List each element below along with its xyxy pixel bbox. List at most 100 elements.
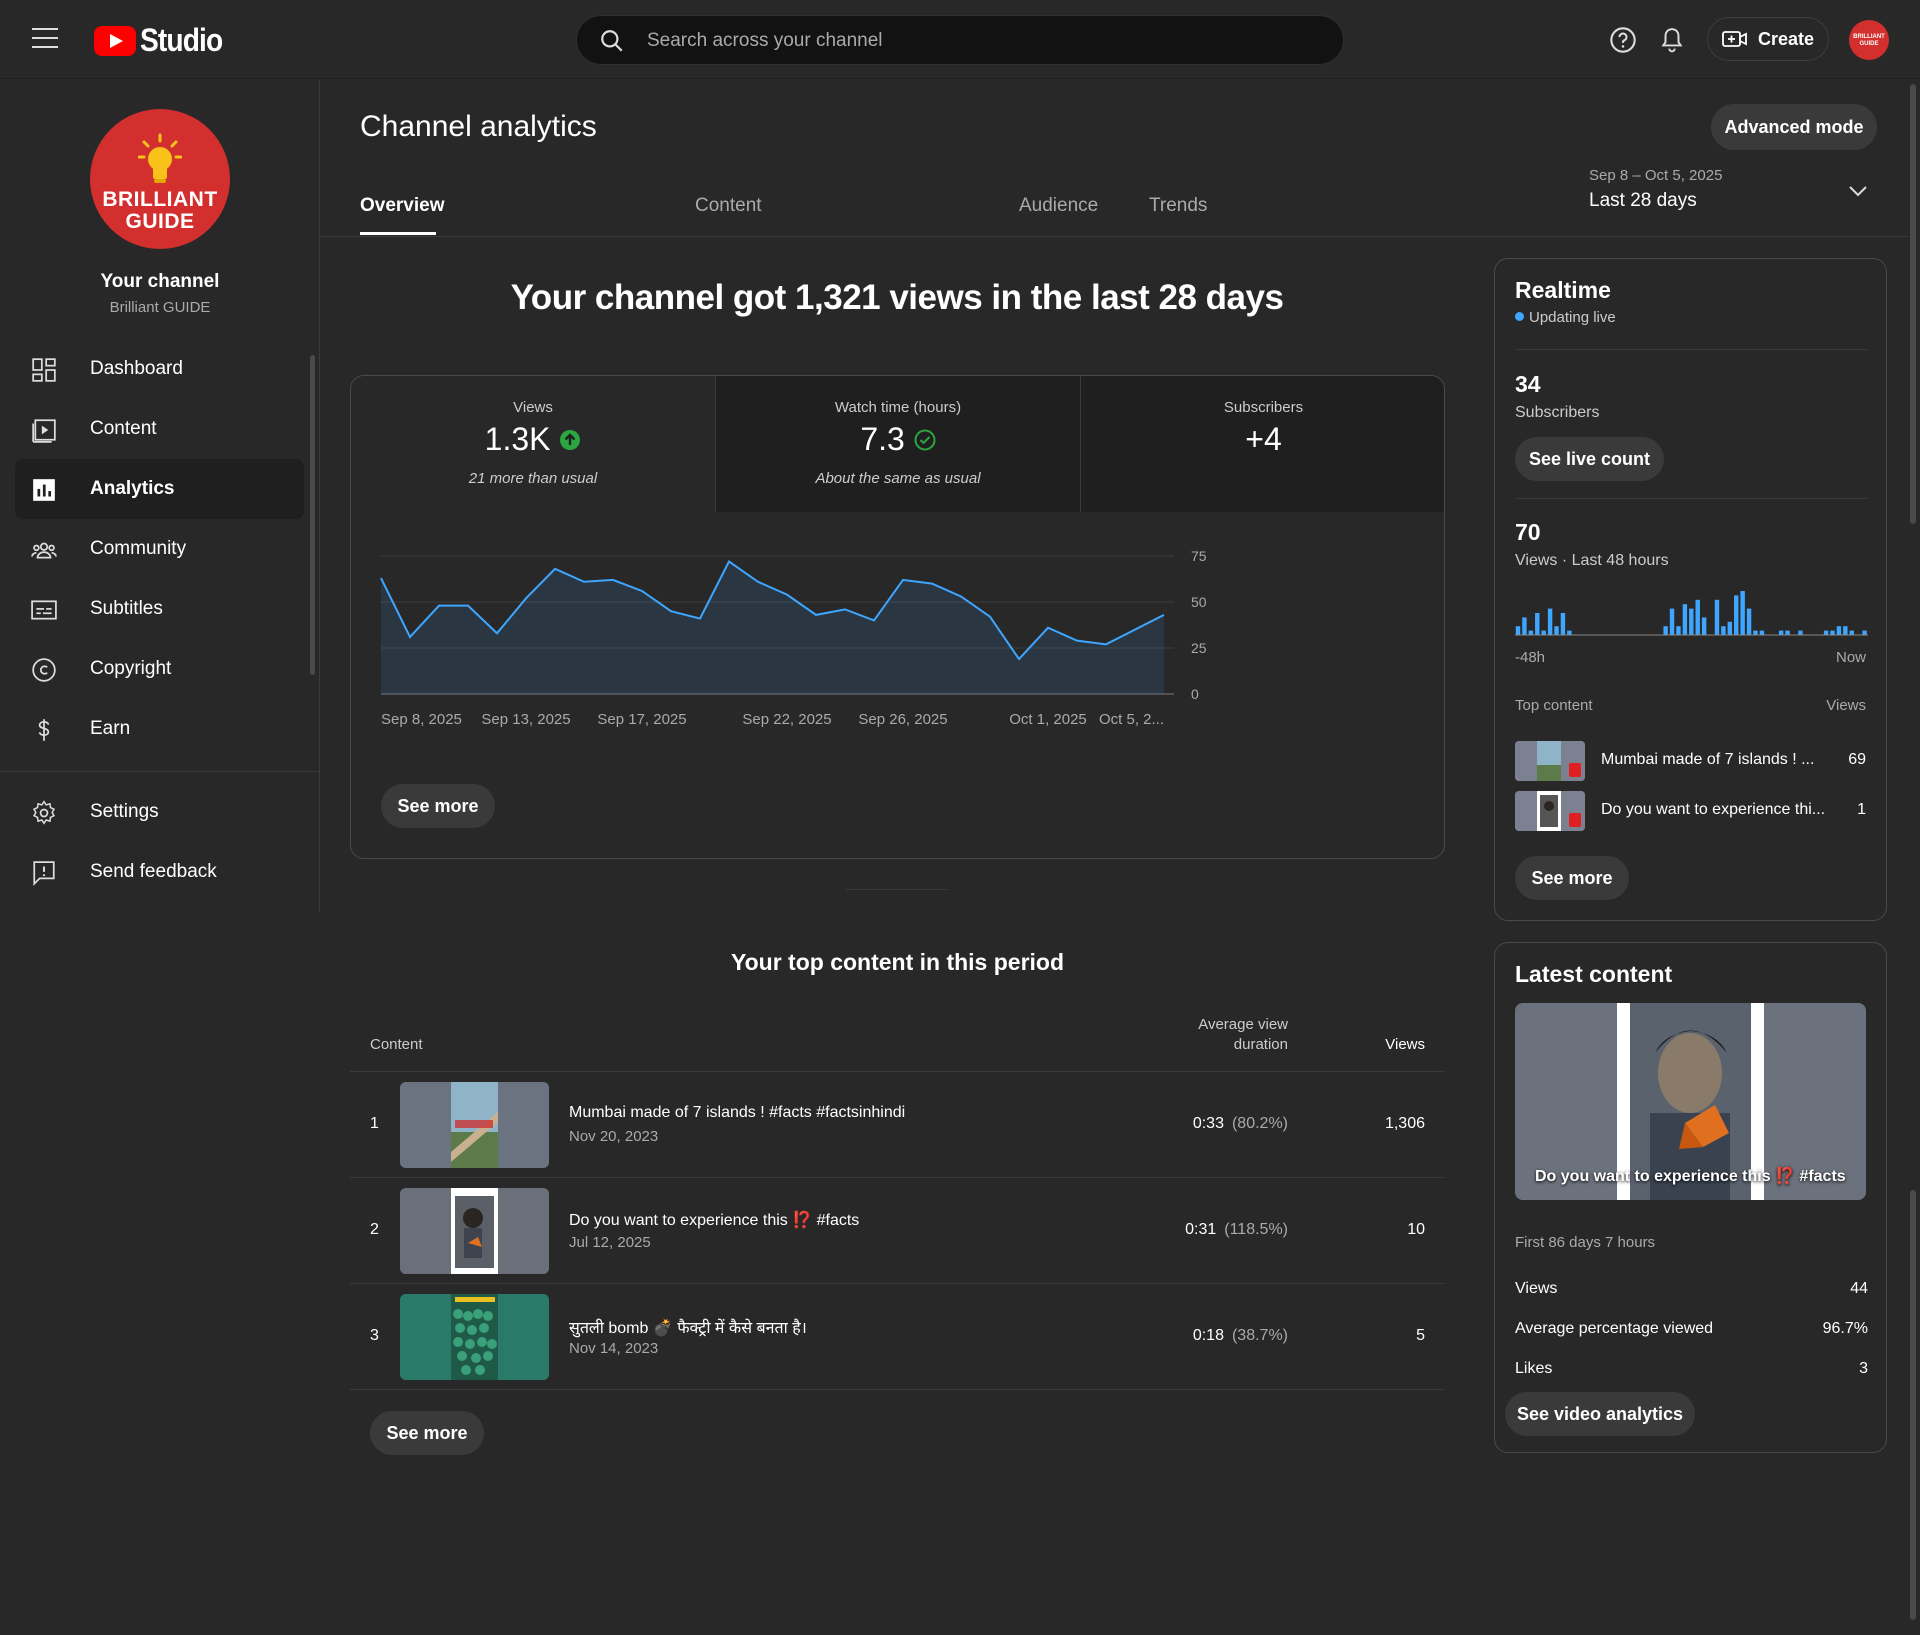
- sidebar-scrollbar[interactable]: [310, 355, 315, 675]
- sidebar-item-send-feedback[interactable]: Send feedback: [15, 842, 304, 902]
- date-period-label[interactable]: Last 28 days: [1589, 190, 1697, 212]
- top-content-see-more-button[interactable]: See more: [370, 1411, 484, 1455]
- realtime-bar[interactable]: [1541, 630, 1546, 635]
- data-point[interactable]: [813, 612, 819, 618]
- data-point[interactable]: [1074, 638, 1080, 644]
- realtime-bar[interactable]: [1830, 630, 1835, 635]
- realtime-bar[interactable]: [1567, 630, 1572, 635]
- realtime-bar[interactable]: [1554, 626, 1559, 635]
- data-point[interactable]: [987, 614, 993, 620]
- help-icon[interactable]: [1609, 26, 1637, 54]
- data-point[interactable]: [407, 634, 413, 640]
- data-point[interactable]: [900, 577, 906, 583]
- sidebar-item-content[interactable]: Content: [15, 399, 304, 459]
- tab-audience[interactable]: Audience: [1019, 195, 1098, 217]
- chevron-down-icon[interactable]: [1848, 184, 1868, 198]
- realtime-bar[interactable]: [1535, 613, 1540, 635]
- realtime-bar[interactable]: [1714, 599, 1720, 635]
- sidebar-item-dashboard[interactable]: Dashboard: [15, 339, 304, 399]
- data-point[interactable]: [1103, 641, 1109, 647]
- see-more-button[interactable]: See more: [381, 784, 495, 828]
- data-point[interactable]: [784, 592, 790, 598]
- channel-avatar[interactable]: BRILLIANT GUIDE: [90, 109, 230, 249]
- sidebar-item-copyright[interactable]: Copyright: [15, 639, 304, 699]
- search-bar[interactable]: Search across your channel: [576, 15, 1344, 65]
- data-point[interactable]: [465, 603, 471, 609]
- realtime-bar[interactable]: [1849, 630, 1854, 635]
- video-thumbnail[interactable]: [400, 1188, 549, 1274]
- sidebar-item-settings[interactable]: Settings: [15, 782, 304, 842]
- realtime-thumbnail[interactable]: [1515, 741, 1585, 781]
- video-thumbnail[interactable]: [400, 1294, 549, 1380]
- sidebar-item-community[interactable]: Community: [15, 519, 304, 579]
- metric-watch-time[interactable]: Watch time (hours) 7.3 About the same as…: [715, 376, 1080, 512]
- realtime-views-chart[interactable]: [1515, 579, 1868, 639]
- advanced-mode-button[interactable]: Advanced mode: [1711, 104, 1877, 150]
- sidebar-item-subtitles[interactable]: Subtitles: [15, 579, 304, 639]
- data-point[interactable]: [929, 581, 935, 587]
- right-panel-scrollbar[interactable]: [1910, 1190, 1916, 1620]
- sidebar-item-earn[interactable]: Earn: [15, 699, 304, 759]
- create-button[interactable]: Create: [1707, 17, 1829, 61]
- realtime-bar[interactable]: [1746, 608, 1752, 635]
- studio-logo[interactable]: Studio: [94, 22, 234, 59]
- see-video-analytics-button[interactable]: See video analytics: [1505, 1392, 1695, 1436]
- search-icon[interactable]: [599, 28, 625, 54]
- metric-views[interactable]: Views 1.3K 21 more than usual: [351, 376, 715, 512]
- realtime-bar[interactable]: [1785, 630, 1790, 635]
- col-header-views[interactable]: Views: [1330, 1036, 1425, 1053]
- data-point[interactable]: [1161, 612, 1167, 618]
- data-point[interactable]: [1016, 656, 1022, 662]
- data-point[interactable]: [842, 606, 848, 612]
- realtime-bar[interactable]: [1528, 630, 1534, 635]
- realtime-bar[interactable]: [1669, 608, 1675, 635]
- data-point[interactable]: [726, 559, 732, 565]
- realtime-bar[interactable]: [1727, 621, 1733, 635]
- tab-content[interactable]: Content: [695, 195, 762, 217]
- realtime-bar[interactable]: [1721, 626, 1726, 635]
- realtime-bar[interactable]: [1515, 626, 1521, 635]
- data-point[interactable]: [610, 577, 616, 583]
- tab-overview[interactable]: Overview: [360, 195, 445, 217]
- realtime-bar[interactable]: [1843, 626, 1848, 635]
- data-point[interactable]: [1045, 625, 1051, 631]
- data-point[interactable]: [871, 617, 877, 623]
- metric-subscribers[interactable]: Subscribers +4: [1080, 376, 1444, 512]
- video-title[interactable]: Mumbai made of 7 islands ! #facts #facts…: [569, 1104, 905, 1122]
- realtime-bar[interactable]: [1695, 599, 1700, 635]
- data-point[interactable]: [494, 630, 500, 636]
- realtime-bar[interactable]: [1759, 630, 1765, 635]
- notifications-icon[interactable]: [1659, 25, 1685, 55]
- realtime-bar[interactable]: [1734, 595, 1739, 635]
- realtime-bar[interactable]: [1753, 630, 1758, 635]
- realtime-see-more-button[interactable]: See more: [1515, 856, 1629, 900]
- realtime-top-title[interactable]: Mumbai made of 7 islands ! ...: [1601, 751, 1814, 769]
- col-header-avd-line2[interactable]: duration: [1088, 1036, 1288, 1053]
- realtime-bar[interactable]: [1560, 613, 1566, 635]
- realtime-bar[interactable]: [1682, 604, 1688, 635]
- account-avatar[interactable]: BRILLIANT GUIDE: [1849, 20, 1889, 60]
- data-point[interactable]: [697, 616, 703, 622]
- realtime-bar[interactable]: [1547, 608, 1553, 635]
- see-live-count-button[interactable]: See live count: [1515, 437, 1664, 481]
- page-scrollbar[interactable]: [1910, 84, 1916, 524]
- search-input[interactable]: Search across your channel: [647, 30, 883, 52]
- data-point[interactable]: [523, 595, 529, 601]
- data-point[interactable]: [958, 593, 964, 599]
- views-chart[interactable]: 0 25 50 75 Sep 8, 2025 Sep 13, 2025 Sep 17, 20…: [351, 512, 1445, 752]
- data-point[interactable]: [436, 603, 442, 609]
- realtime-bar[interactable]: [1823, 630, 1829, 635]
- realtime-bar[interactable]: [1778, 630, 1784, 635]
- realtime-bar[interactable]: [1740, 591, 1745, 635]
- latest-video-thumbnail[interactable]: Do you want to experience this ⁉️ #facts: [1515, 1003, 1866, 1200]
- realtime-bar[interactable]: [1522, 617, 1527, 635]
- sidebar-item-analytics[interactable]: Analytics: [15, 459, 304, 519]
- realtime-bar[interactable]: [1862, 630, 1867, 635]
- realtime-bar[interactable]: [1689, 608, 1694, 635]
- realtime-bar[interactable]: [1663, 626, 1668, 635]
- data-point[interactable]: [581, 579, 587, 585]
- data-point[interactable]: [668, 608, 674, 614]
- col-header-avd-line1[interactable]: Average view: [1088, 1016, 1288, 1033]
- tab-trends[interactable]: Trends: [1149, 195, 1207, 217]
- realtime-bar[interactable]: [1676, 626, 1681, 635]
